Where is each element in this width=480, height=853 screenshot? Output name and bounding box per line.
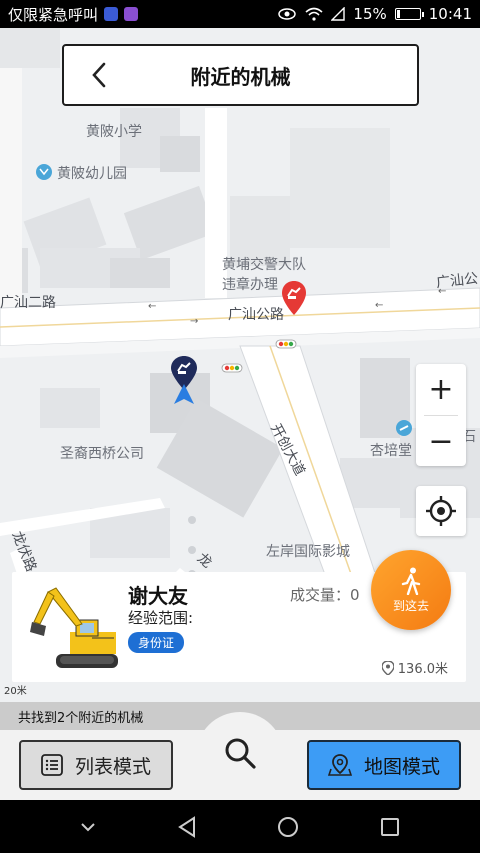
navigate-here-button[interactable]: 到这去 [371, 550, 451, 630]
search-button[interactable] [196, 712, 284, 800]
id-card-badge: 身份证 [128, 632, 185, 653]
map-label-huangpi-primary: 黄陂小学 [86, 124, 142, 140]
system-nav-bar [0, 800, 480, 853]
wifi-icon [305, 7, 323, 21]
back-button[interactable] [82, 58, 116, 92]
map-label-zuoan: 左岸国际影城 [266, 544, 350, 560]
zoom-controls: + − [416, 364, 466, 466]
map-mode-button[interactable]: 地图模式 [307, 740, 461, 790]
map-mode-label: 地图模式 [363, 755, 440, 778]
app-notification-icon [124, 7, 139, 21]
list-mode-button[interactable]: 列表模式 [19, 740, 173, 790]
list-icon [41, 754, 63, 776]
svg-text:→: → [190, 316, 198, 327]
operator-name: 谢大友 [128, 584, 188, 608]
zoom-in-button[interactable]: + [416, 364, 466, 415]
page-title: 附近的机械 [190, 64, 291, 89]
crosshair-icon [426, 496, 456, 526]
search-icon [225, 738, 256, 769]
svg-text:←: ← [375, 300, 383, 311]
emergency-call-text: 仅限紧急呼叫 [8, 5, 99, 24]
map-scale: 20米 [4, 686, 27, 697]
back-triangle-icon[interactable] [177, 815, 197, 838]
navigate-here-label: 到这去 [392, 598, 429, 613]
clock: 10:41 [428, 5, 472, 23]
map-label-traffic-police: 黄埔交警大队 [222, 257, 306, 273]
road-label-guangshan: 广汕公路 [228, 307, 284, 323]
shield-notification-icon [104, 7, 119, 21]
experience-label: 经验范围: [128, 609, 194, 627]
battery-percent: 15% [353, 5, 387, 23]
results-count-text: 共找到2个附近的机械 [18, 710, 144, 726]
chevron-down-icon[interactable] [80, 822, 96, 832]
transaction-volume: 成交量：0 [290, 586, 360, 604]
map-label-violation-office: 违章办理 [222, 277, 278, 293]
map-label-shengshang: 圣裔西桥公司 [60, 446, 144, 462]
excavator-image [30, 587, 118, 668]
excavator-pin-red-icon[interactable] [282, 281, 306, 315]
list-mode-label: 列表模式 [74, 755, 151, 778]
home-circle-icon[interactable] [277, 816, 299, 838]
zoom-out-button[interactable]: − [416, 416, 466, 467]
map-label-xingpeitang: 杏培堂 [370, 443, 412, 459]
recents-square-icon[interactable] [380, 817, 400, 837]
eye-icon [278, 8, 297, 20]
battery-icon [394, 8, 424, 20]
walking-person-icon [401, 567, 421, 595]
road-label-guangshan-er: 广汕二路 [0, 295, 56, 311]
my-location-arrow-icon [174, 384, 194, 404]
map-label-huangpi-kindergarten: 黄陂幼儿园 [57, 166, 127, 182]
svg-text:←: ← [148, 301, 156, 312]
header-card: 附近的机械 [62, 44, 419, 106]
distance-value: 136.0米 [397, 662, 448, 677]
status-bar: 仅限紧急呼叫 15% 10:41 [0, 0, 480, 28]
locate-button[interactable] [416, 486, 466, 536]
distance: 136.0米 [381, 658, 448, 677]
no-sim-icon [331, 7, 346, 21]
map-pin-icon [327, 754, 352, 776]
location-pin-icon [381, 660, 394, 675]
chevron-left-icon [92, 62, 106, 88]
